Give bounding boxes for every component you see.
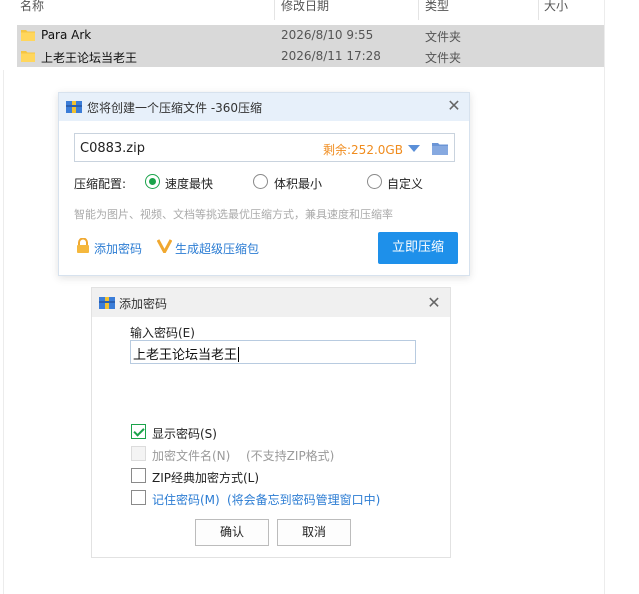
encrypt-filenames-label[interactable]: 加密文件名(N) bbox=[152, 447, 230, 464]
file-date: 2026/8/11 17:28 bbox=[281, 49, 381, 63]
column-divider[interactable] bbox=[538, 0, 539, 20]
zip-classic-label[interactable]: ZIP经典加密方式(L) bbox=[152, 469, 259, 486]
radio-fastest[interactable] bbox=[145, 174, 160, 189]
cancel-button[interactable]: 取消 bbox=[277, 519, 351, 546]
encrypt-filenames-note: (不支持ZIP格式) bbox=[246, 449, 335, 463]
file-name: 上老王论坛当老王 bbox=[41, 51, 138, 65]
dialog-titlebar[interactable]: 您将创建一个压缩文件 -360压缩 ✕ bbox=[59, 93, 469, 121]
folder-icon bbox=[21, 30, 35, 41]
super-zip-v-icon[interactable] bbox=[157, 238, 172, 253]
column-divider[interactable] bbox=[274, 0, 275, 20]
remember-password-note: (将会备忘到密码管理窗口中) bbox=[227, 493, 381, 507]
folder-icon bbox=[21, 51, 35, 62]
add-password-link[interactable]: 添加密码 bbox=[94, 240, 142, 257]
show-password-label[interactable]: 显示密码(S) bbox=[152, 425, 217, 442]
option-smallest-label[interactable]: 体积最小 bbox=[274, 175, 322, 192]
column-header-type[interactable]: 类型 bbox=[425, 0, 449, 20]
remember-password-checkbox[interactable] bbox=[131, 490, 146, 505]
browse-folder-icon[interactable] bbox=[432, 142, 448, 155]
file-type: 文件夹 bbox=[425, 30, 462, 44]
360zip-app-icon bbox=[99, 297, 115, 309]
pane-divider bbox=[604, 0, 605, 594]
file-type: 文件夹 bbox=[425, 51, 462, 65]
dialog-title: 您将创建一个压缩文件 -360压缩 bbox=[87, 101, 263, 115]
archive-path-field[interactable]: C0883.zip 剩余:252.0GB bbox=[74, 133, 455, 162]
free-space-label: 剩余:252.0GB bbox=[323, 143, 403, 157]
password-input-label: 输入密码(E) bbox=[130, 326, 195, 340]
archive-filename[interactable]: C0883.zip bbox=[80, 141, 145, 156]
pane-divider bbox=[3, 70, 4, 594]
remember-password-label[interactable]: 记住密码(M) bbox=[152, 491, 220, 508]
encrypt-filenames-checkbox[interactable] bbox=[131, 446, 146, 461]
radio-custom[interactable] bbox=[367, 174, 382, 189]
file-row[interactable]: 上老王论坛当老王 2026/8/11 17:28 文件夹 bbox=[17, 46, 604, 67]
file-date: 2026/8/10 9:55 bbox=[281, 28, 374, 42]
column-divider[interactable] bbox=[418, 0, 419, 20]
compression-hint: 智能为图片、视频、文档等挑选最优压缩方式，兼具速度和压缩率 bbox=[74, 208, 393, 221]
lock-icon[interactable] bbox=[76, 238, 90, 253]
option-custom-label[interactable]: 自定义 bbox=[387, 175, 423, 192]
column-header-size[interactable]: 大小 bbox=[544, 0, 568, 20]
add-password-dialog: 添加密码 ✕ 输入密码(E) 上老王论坛当老王 显示密码(S) 加密文件名(N)… bbox=[91, 287, 451, 558]
text-caret bbox=[238, 347, 240, 362]
close-icon[interactable]: ✕ bbox=[426, 295, 442, 311]
360zip-app-icon bbox=[66, 101, 82, 113]
compression-config-label: 压缩配置: bbox=[74, 177, 127, 191]
password-input[interactable]: 上老王论坛当老王 bbox=[130, 340, 416, 364]
option-fastest-label[interactable]: 速度最快 bbox=[165, 175, 213, 192]
compress-now-button[interactable]: 立即压缩 bbox=[378, 232, 458, 264]
password-value: 上老王论坛当老王 bbox=[133, 348, 238, 363]
create-archive-dialog: 您将创建一个压缩文件 -360压缩 ✕ C0883.zip 剩余:252.0GB… bbox=[58, 92, 470, 276]
dialog-title: 添加密码 bbox=[119, 297, 168, 311]
zip-classic-checkbox[interactable] bbox=[131, 468, 146, 483]
column-header-name[interactable]: 名称 bbox=[20, 0, 44, 20]
radio-smallest[interactable] bbox=[253, 174, 268, 189]
close-icon[interactable]: ✕ bbox=[446, 98, 462, 114]
dialog-titlebar[interactable]: 添加密码 ✕ bbox=[92, 288, 450, 317]
column-header-date[interactable]: 修改日期 bbox=[281, 0, 329, 20]
super-zip-link[interactable]: 生成超级压缩包 bbox=[175, 240, 259, 257]
file-row[interactable]: Para Ark 2026/8/10 9:55 文件夹 bbox=[17, 25, 604, 46]
file-name: Para Ark bbox=[41, 28, 92, 42]
confirm-button[interactable]: 确认 bbox=[195, 519, 269, 546]
show-password-checkbox[interactable] bbox=[131, 424, 146, 439]
chevron-down-icon[interactable] bbox=[408, 145, 420, 152]
